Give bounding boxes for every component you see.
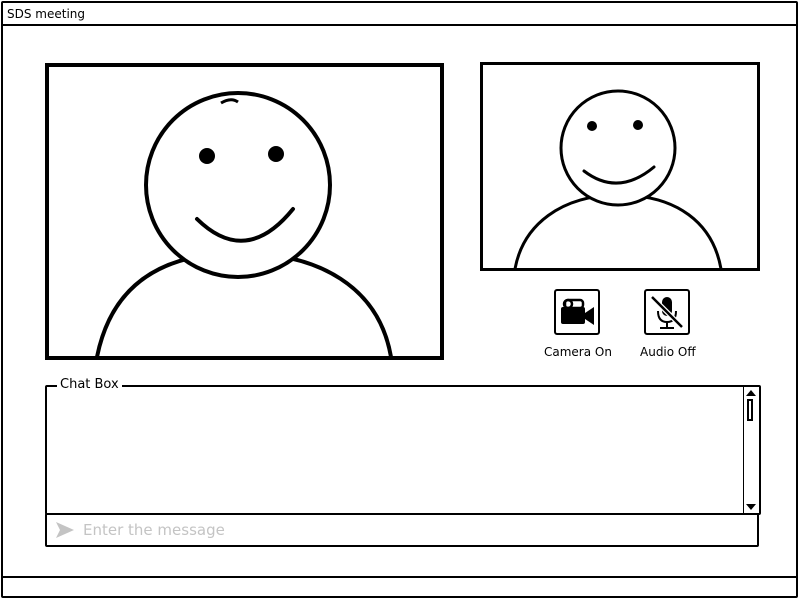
scroll-down-arrow-icon[interactable]	[746, 504, 756, 510]
chat-box[interactable]: Chat Box	[45, 377, 761, 515]
title-bar: SDS meeting	[3, 3, 796, 26]
self-video-panel	[480, 62, 760, 271]
camera-toggle-button[interactable]	[554, 289, 600, 335]
video-camera-icon	[561, 298, 594, 325]
window-title: SDS meeting	[7, 7, 86, 21]
audio-toggle-button[interactable]	[644, 289, 690, 335]
chat-box-legend: Chat Box	[57, 377, 122, 393]
status-bar	[3, 576, 796, 598]
message-input[interactable]	[83, 518, 743, 542]
send-icon[interactable]	[55, 521, 75, 539]
person-avatar-icon	[513, 89, 723, 268]
scroll-up-arrow-icon[interactable]	[746, 390, 756, 396]
audio-toggle-label: Audio Off	[640, 345, 696, 359]
scroll-thumb[interactable]	[747, 399, 753, 421]
chat-scrollbar[interactable]	[743, 387, 759, 513]
person-avatar-icon	[95, 91, 393, 356]
camera-toggle-label: Camera On	[544, 345, 612, 359]
microphone-muted-icon	[650, 295, 684, 329]
main-video-panel	[45, 63, 444, 360]
message-input-row	[45, 513, 759, 547]
